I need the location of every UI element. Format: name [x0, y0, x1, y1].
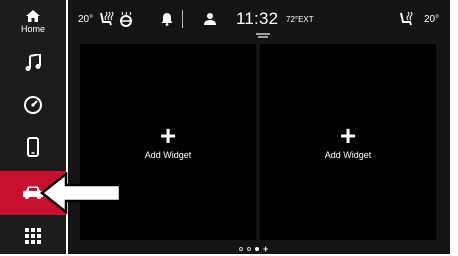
- add-widget-label: Add Widget: [144, 150, 192, 160]
- infotainment-screen: Home 20° 11:32 72°EXT 20° + Add Widget +…: [0, 0, 458, 256]
- plus-icon: +: [339, 120, 357, 151]
- page-dot-active[interactable]: [255, 247, 259, 251]
- callout-arrow-icon: [40, 172, 122, 215]
- sidebar-item-phone[interactable]: [0, 130, 66, 164]
- heated-steering-icon[interactable]: [118, 0, 134, 38]
- user-icon[interactable]: [204, 0, 216, 38]
- sidebar-item-apps[interactable]: [0, 220, 66, 252]
- page-dot[interactable]: [239, 247, 243, 251]
- status-bar: 20° 11:32 72°EXT 20°: [68, 0, 458, 38]
- status-separator: [182, 10, 183, 28]
- widget-area: + Add Widget + Add Widget +: [68, 38, 458, 256]
- grid-icon: [25, 228, 41, 244]
- frame-edge-right: [450, 0, 458, 256]
- driver-temp[interactable]: 20°: [78, 0, 93, 38]
- passenger-temp[interactable]: 20°: [424, 0, 439, 38]
- home-label: Home: [20, 23, 45, 34]
- home-icon: [26, 9, 40, 22]
- exterior-temp: 72°EXT: [286, 14, 314, 24]
- page-indicator: +: [239, 245, 268, 254]
- heated-seat-icon[interactable]: [98, 0, 116, 38]
- phone-icon: [27, 137, 39, 157]
- sidebar-item-performance[interactable]: [0, 88, 66, 122]
- page-dot[interactable]: [247, 247, 251, 251]
- add-page-plus-icon[interactable]: +: [263, 245, 268, 254]
- music-note-icon: [25, 54, 41, 71]
- gauge-icon: [24, 96, 42, 114]
- add-widget-button[interactable]: + Add Widget: [260, 44, 436, 240]
- sidebar-item-media[interactable]: [0, 46, 66, 80]
- bell-icon[interactable]: [161, 0, 173, 38]
- sidebar-item-home[interactable]: Home: [0, 0, 66, 42]
- seat-icon[interactable]: [398, 0, 416, 38]
- add-widget-label: Add Widget: [324, 150, 372, 160]
- plus-icon: +: [159, 120, 177, 151]
